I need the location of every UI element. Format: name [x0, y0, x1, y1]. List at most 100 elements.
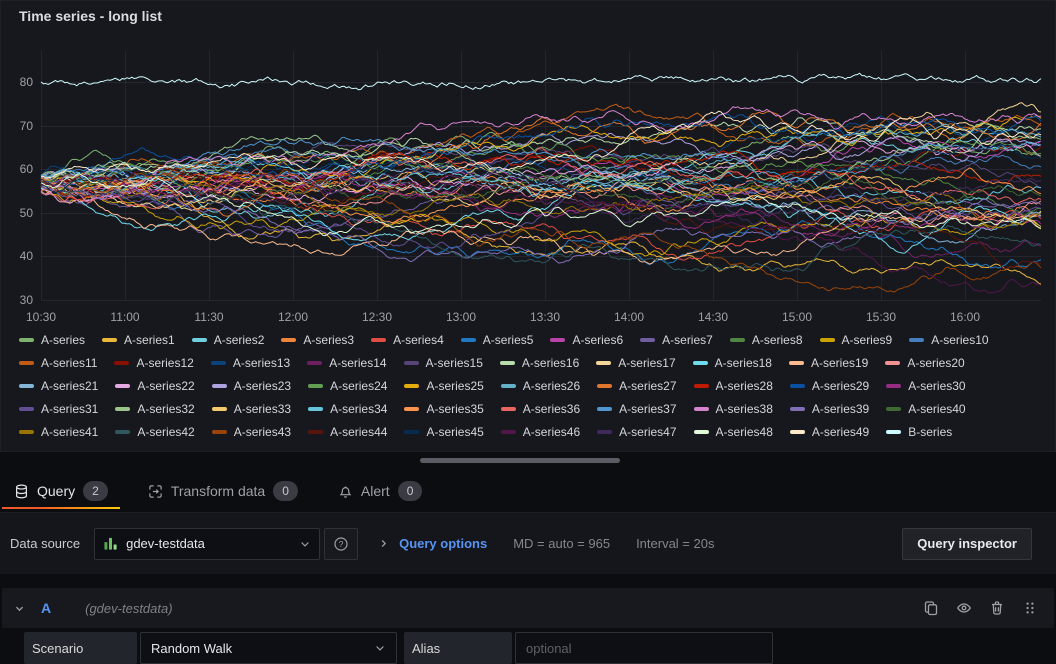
horizontal-scrollbar-thumb[interactable]: [420, 458, 620, 463]
query-row-header[interactable]: A (gdev-testdata): [2, 588, 1054, 628]
legend-item[interactable]: A-series44: [308, 423, 387, 441]
legend-item[interactable]: A-series: [19, 331, 85, 349]
legend-series-swatch: [212, 384, 227, 388]
legend-item[interactable]: A-series25: [404, 377, 483, 395]
legend-series-label: A-series: [41, 333, 85, 347]
x-axis-tick-label: 16:00: [950, 310, 980, 324]
legend-item[interactable]: A-series8: [730, 331, 803, 349]
legend-item[interactable]: A-series19: [789, 354, 868, 372]
legend-item[interactable]: A-series1: [102, 331, 175, 349]
legend-item[interactable]: A-series31: [19, 400, 98, 418]
legend-series-label: B-series: [908, 425, 952, 439]
legend-item[interactable]: A-series20: [885, 354, 964, 372]
scenario-select[interactable]: Random Walk: [140, 632, 397, 664]
tab-alert[interactable]: Alert 0: [326, 470, 434, 512]
legend: A-series A-series1 A-series2 A-series3 A-ser…: [19, 331, 1045, 441]
legend-item[interactable]: A-series5: [461, 331, 534, 349]
legend-item[interactable]: A-series7: [640, 331, 713, 349]
legend-series-label: A-series25: [426, 379, 483, 393]
legend-item[interactable]: B-series: [886, 423, 952, 441]
database-icon: [14, 484, 29, 499]
legend-series-swatch: [19, 430, 34, 434]
legend-item[interactable]: A-series33: [212, 400, 291, 418]
editor-tabs: Query 2 Transform data 0 Alert 0: [0, 470, 1056, 512]
legend-item[interactable]: A-series36: [501, 400, 580, 418]
legend-series-label: A-series12: [136, 356, 193, 370]
legend-item[interactable]: A-series48: [694, 423, 773, 441]
legend-item[interactable]: A-series38: [694, 400, 773, 418]
hide-query-eye-icon[interactable]: [956, 600, 972, 616]
legend-item[interactable]: A-series11: [19, 354, 97, 372]
legend-item[interactable]: A-series22: [115, 377, 194, 395]
drag-handle-icon[interactable]: [1022, 600, 1038, 616]
x-axis-tick-label: 14:30: [698, 310, 728, 324]
legend-item[interactable]: A-series24: [308, 377, 387, 395]
legend-series-label: A-series20: [907, 356, 964, 370]
legend-item[interactable]: A-series12: [114, 354, 193, 372]
datasource-help-button[interactable]: ?: [324, 528, 358, 560]
legend-item[interactable]: A-series9: [820, 331, 893, 349]
legend-item[interactable]: A-series4: [371, 331, 444, 349]
legend-item[interactable]: A-series41: [19, 423, 98, 441]
legend-item[interactable]: A-series18: [693, 354, 772, 372]
query-options-toggle[interactable]: Query options: [378, 536, 487, 551]
legend-item[interactable]: A-series21: [19, 377, 98, 395]
legend-item[interactable]: A-series46: [501, 423, 580, 441]
legend-series-swatch: [597, 430, 612, 434]
legend-item[interactable]: A-series28: [694, 377, 773, 395]
legend-series-label: A-series47: [619, 425, 676, 439]
legend-item[interactable]: A-series29: [790, 377, 869, 395]
duplicate-query-icon[interactable]: [923, 600, 939, 616]
interval-value: Interval = 20s: [636, 536, 714, 551]
legend-series-swatch: [694, 384, 709, 388]
legend-item[interactable]: A-series40: [886, 400, 965, 418]
legend-item[interactable]: A-series16: [500, 354, 579, 372]
legend-item[interactable]: A-series37: [597, 400, 676, 418]
tab-query[interactable]: Query 2: [2, 470, 120, 512]
query-count-badge: 2: [83, 481, 108, 501]
legend-item[interactable]: A-series49: [790, 423, 869, 441]
tab-transform-data[interactable]: Transform data 0: [136, 470, 310, 512]
datasource-picker[interactable]: gdev-testdata: [94, 528, 320, 560]
legend-series-swatch: [790, 430, 805, 434]
legend-series-swatch: [308, 384, 323, 388]
legend-item[interactable]: A-series43: [212, 423, 291, 441]
legend-item[interactable]: A-series47: [597, 423, 676, 441]
legend-item[interactable]: A-series15: [404, 354, 483, 372]
legend-item[interactable]: A-series13: [211, 354, 290, 372]
legend-item[interactable]: A-series23: [212, 377, 291, 395]
legend-series-swatch: [115, 384, 130, 388]
legend-series-label: A-series37: [619, 402, 676, 416]
delete-query-trash-icon[interactable]: [989, 600, 1005, 616]
legend-item[interactable]: A-series39: [790, 400, 869, 418]
tab-alert-label: Alert: [361, 483, 390, 499]
legend-item[interactable]: A-series2: [192, 331, 265, 349]
legend-series-label: A-series16: [522, 356, 579, 370]
legend-item[interactable]: A-series30: [886, 377, 965, 395]
legend-item[interactable]: A-series17: [596, 354, 675, 372]
legend-series-label: A-series23: [234, 379, 291, 393]
legend-item[interactable]: A-series26: [501, 377, 580, 395]
collapse-chevron-down-icon[interactable]: [14, 603, 25, 614]
legend-item[interactable]: A-series14: [307, 354, 386, 372]
legend-item[interactable]: A-series10: [909, 331, 988, 349]
legend-series-swatch: [211, 361, 226, 365]
legend-series-swatch: [192, 338, 207, 342]
legend-series-swatch: [596, 361, 611, 365]
legend-series-label: A-series33: [234, 402, 291, 416]
query-options-label: Query options: [399, 536, 487, 551]
time-series-chart[interactable]: [1, 31, 1055, 329]
legend-item[interactable]: A-series35: [404, 400, 483, 418]
legend-item[interactable]: A-series34: [308, 400, 387, 418]
legend-item[interactable]: A-series3: [281, 331, 354, 349]
legend-item[interactable]: A-series42: [115, 423, 194, 441]
legend-item[interactable]: A-series32: [115, 400, 194, 418]
query-ref-id: A: [41, 600, 51, 616]
legend-item[interactable]: A-series27: [597, 377, 676, 395]
alias-input[interactable]: [515, 632, 773, 664]
query-inspector-button[interactable]: Query inspector: [902, 528, 1032, 560]
legend-item[interactable]: A-series45: [404, 423, 483, 441]
legend-series-label: A-series34: [330, 402, 387, 416]
legend-item[interactable]: A-series6: [550, 331, 623, 349]
legend-series-label: A-series21: [41, 379, 98, 393]
